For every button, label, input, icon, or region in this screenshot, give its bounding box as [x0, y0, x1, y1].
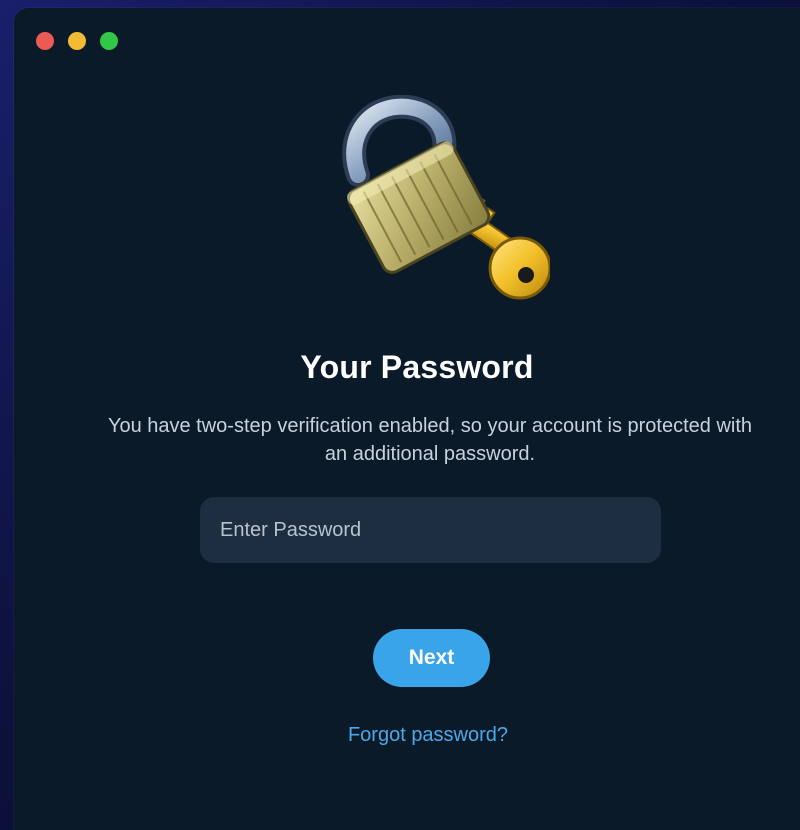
password-input[interactable] — [200, 497, 661, 563]
close-window-button[interactable] — [36, 32, 54, 50]
minimize-window-button[interactable] — [68, 32, 86, 50]
forgot-password-row: Forgot password? — [0, 724, 800, 747]
description-text: You have two-step verification enabled, … — [107, 415, 753, 465]
next-button[interactable]: Next — [373, 629, 490, 687]
maximize-window-button[interactable] — [100, 32, 118, 50]
page-title-text: Your Password — [300, 349, 534, 385]
window-controls — [36, 32, 118, 50]
page-title: Your Password — [0, 349, 800, 386]
forgot-password-link[interactable]: Forgot password? — [348, 724, 508, 746]
locked-with-key-icon — [342, 95, 550, 300]
